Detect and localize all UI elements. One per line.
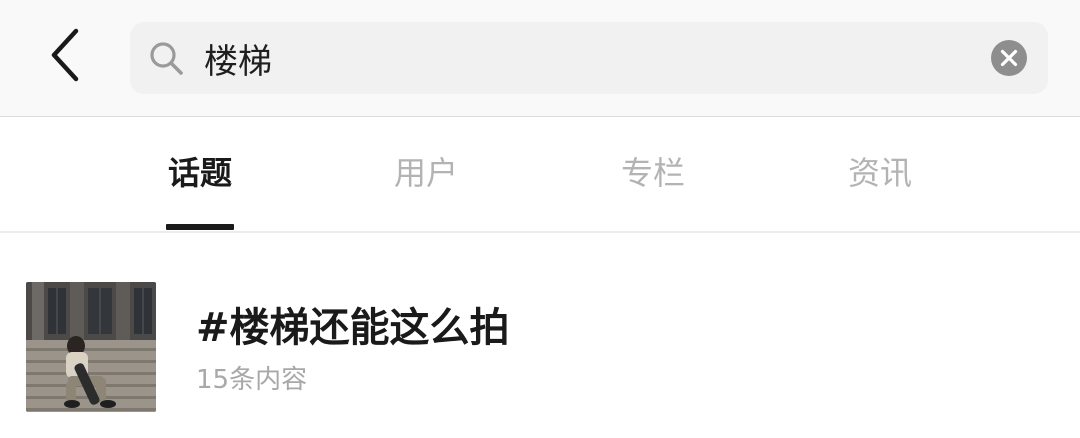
tab-news[interactable]: 资讯	[820, 153, 940, 193]
tab-columns[interactable]: 专栏	[593, 153, 713, 193]
tab-users[interactable]: 用户	[366, 153, 486, 193]
search-header	[0, 0, 1080, 117]
search-tabs: 话题 用户 专栏 资讯	[0, 117, 1080, 233]
active-tab-indicator	[166, 224, 234, 230]
topic-thumbnail	[26, 282, 156, 412]
search-input[interactable]	[204, 30, 964, 86]
tab-topics[interactable]: 话题	[140, 153, 260, 193]
list-item[interactable]: #楼梯还能这么拍 15条内容	[0, 262, 1080, 438]
search-icon	[150, 42, 183, 75]
search-box[interactable]	[130, 22, 1048, 94]
topic-title: #楼梯还能这么拍	[196, 305, 510, 351]
back-button[interactable]	[40, 22, 96, 88]
topic-content-count: 15条内容	[196, 365, 308, 395]
chevron-left-icon	[51, 28, 79, 82]
clear-search-icon[interactable]	[991, 40, 1027, 76]
stairs-photo-image	[26, 282, 156, 412]
